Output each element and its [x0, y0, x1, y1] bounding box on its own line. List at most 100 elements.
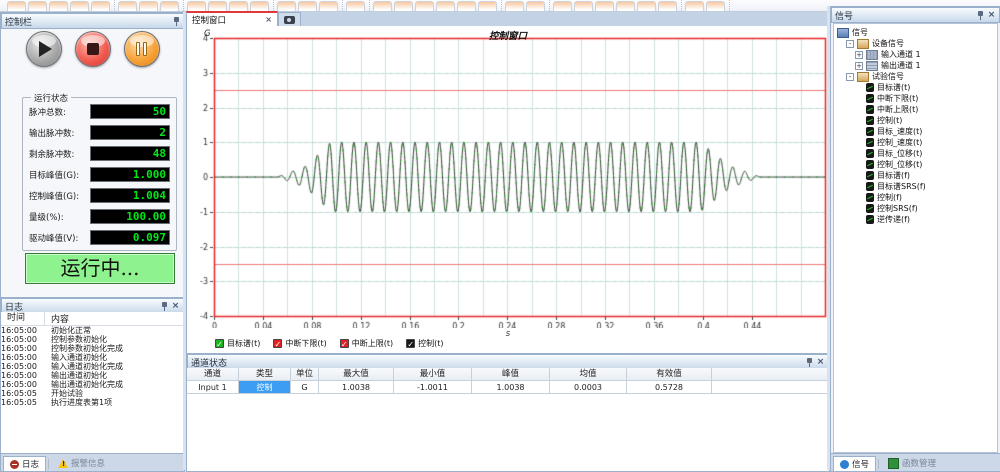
toolbar-button[interactable] [70, 1, 89, 12]
tree-item[interactable]: 控制(t) [837, 115, 997, 126]
toolbar-button[interactable] [706, 1, 725, 12]
tree-item[interactable]: 目标谱SRS(f) [837, 181, 997, 192]
legend-label: 中断上限(t) [352, 338, 393, 349]
legend-item-4[interactable]: ✓控制(t) [406, 338, 443, 349]
toolbar-button[interactable] [553, 1, 572, 12]
toolbar-button[interactable] [373, 1, 392, 12]
tree-item[interactable]: 控制_位移(t) [837, 159, 997, 170]
tree-item[interactable]: -试验信号 [837, 71, 997, 82]
tree-item[interactable]: -设备信号 [837, 38, 997, 49]
toolbar-button[interactable] [637, 1, 656, 12]
toolbar-button[interactable] [277, 1, 296, 12]
log-row[interactable]: 16:05:00控制参数初始化 [1, 335, 184, 344]
legend-checkbox[interactable]: ✓ [273, 339, 282, 348]
tree-item[interactable]: 目标谱(f) [837, 170, 997, 181]
tree-expander[interactable]: - [846, 40, 854, 48]
toolbar-button[interactable] [7, 1, 26, 12]
control-bar-title: 控制栏 [5, 15, 170, 28]
tree-item-label: 中断下限(t) [877, 93, 918, 104]
toolbar-button[interactable] [658, 1, 677, 12]
tree-item[interactable]: 控制(f) [837, 192, 997, 203]
close-icon[interactable]: × [171, 302, 180, 311]
toolbar-button[interactable] [28, 1, 47, 12]
play-button[interactable] [26, 31, 62, 67]
pin-icon[interactable] [161, 302, 168, 311]
tree-item[interactable]: 中断下限(t) [837, 93, 997, 104]
tree-item[interactable]: 逆传递(f) [837, 214, 997, 225]
signal-tab-1[interactable]: 信号 [833, 456, 876, 471]
tree-item[interactable]: 目标_位移(t) [837, 148, 997, 159]
pin-icon[interactable] [977, 11, 984, 20]
toolbar-button[interactable] [478, 1, 497, 12]
legend-item-1[interactable]: ✓目标谱(t) [215, 338, 260, 349]
document-tab-2[interactable] [278, 12, 301, 26]
close-icon[interactable]: × [987, 11, 996, 20]
tree-item[interactable]: +输出通道 1 [837, 60, 997, 71]
log-row[interactable]: 16:05:00初始化正常 [1, 326, 184, 335]
log-row[interactable]: 16:05:05开始试验 [1, 389, 184, 398]
tree-item[interactable]: 中断上限(t) [837, 104, 997, 115]
pin-icon[interactable] [173, 17, 180, 26]
tree-item[interactable]: 控制_速度(t) [837, 137, 997, 148]
toolbar-button[interactable] [346, 1, 365, 12]
tree-item[interactable]: 控制SRS(f) [837, 203, 997, 214]
pause-button[interactable] [124, 31, 160, 67]
log-row[interactable]: 16:05:00输入通道初始化 [1, 353, 184, 362]
log-tab-2[interactable]: 报警信息 [51, 455, 112, 471]
toolbar-button[interactable] [685, 1, 704, 12]
log-row[interactable]: 16:05:00输入通道初始化完成 [1, 362, 184, 371]
log-tab-1[interactable]: 日志 [3, 456, 46, 471]
log-row[interactable]: 16:05:00输出通道初始化完成 [1, 380, 184, 389]
toolbar-button[interactable] [139, 1, 158, 12]
toolbar-group [274, 0, 343, 11]
signal-icon [866, 127, 874, 136]
tree-expander[interactable]: - [846, 73, 854, 81]
tree-item[interactable]: 目标_速度(t) [837, 126, 997, 137]
legend-checkbox[interactable]: ✓ [406, 339, 415, 348]
log-panel: 日志 × 时间 内容 16:05:00初始化正常16:05:00控制参数初始化1… [0, 297, 185, 472]
toolbar-button[interactable] [616, 1, 635, 12]
control-chart-plot[interactable] [187, 26, 829, 328]
toolbar-button[interactable] [574, 1, 593, 12]
legend-item-3[interactable]: ✓中断上限(t) [340, 338, 393, 349]
toolbar-button[interactable] [49, 1, 68, 12]
toolbar-button[interactable] [595, 1, 614, 12]
legend-item-2[interactable]: ✓中断下限(t) [273, 338, 326, 349]
toolbar-button[interactable] [160, 1, 179, 12]
toolbar-button[interactable] [118, 1, 137, 12]
legend-checkbox[interactable]: ✓ [340, 339, 349, 348]
close-icon[interactable]: × [265, 15, 272, 24]
log-row[interactable]: 16:05:00控制参数初始化完成 [1, 344, 184, 353]
close-icon[interactable]: × [816, 358, 825, 367]
toolbar-button[interactable] [526, 1, 545, 12]
toolbar-button[interactable] [415, 1, 434, 12]
tree-expander[interactable]: + [855, 62, 863, 70]
signal-tab-2[interactable]: 函数管理 [881, 455, 943, 471]
toolbar-button[interactable] [394, 1, 413, 12]
channel-col-8: 有效值 [627, 368, 712, 381]
tree-item[interactable]: 信号 [837, 27, 997, 38]
toolbar-button[interactable] [319, 1, 338, 12]
running-status-button[interactable]: 运行中... [25, 253, 175, 284]
tree-expander[interactable]: + [855, 51, 863, 59]
signal-icon [866, 83, 874, 92]
channel-status-title: 通道状态 [191, 356, 803, 369]
tree-item[interactable]: +输入通道 1 [837, 49, 997, 60]
pin-icon[interactable] [806, 358, 813, 367]
status-field-row: 量级(%):100.00 [29, 209, 170, 224]
channel-row[interactable]: Input 1控制G1.0038-1.00111.00380.00030.572… [187, 381, 829, 394]
log-row[interactable]: 16:05:05执行进度表第1项 [1, 398, 184, 407]
toolbar-button[interactable] [457, 1, 476, 12]
document-tab-1[interactable]: 控制窗口× [186, 11, 278, 26]
toolbar-group [502, 0, 550, 11]
log-icon [10, 460, 19, 469]
log-row[interactable]: 16:05:00输出通道初始化 [1, 371, 184, 380]
status-field-value: 1.000 [90, 167, 170, 182]
tree-item[interactable]: 目标谱(t) [837, 82, 997, 93]
toolbar-button[interactable] [505, 1, 524, 12]
toolbar-button[interactable] [436, 1, 455, 12]
toolbar-button[interactable] [91, 1, 110, 12]
toolbar-button[interactable] [298, 1, 317, 12]
legend-checkbox[interactable]: ✓ [215, 339, 224, 348]
stop-button[interactable] [75, 31, 111, 67]
